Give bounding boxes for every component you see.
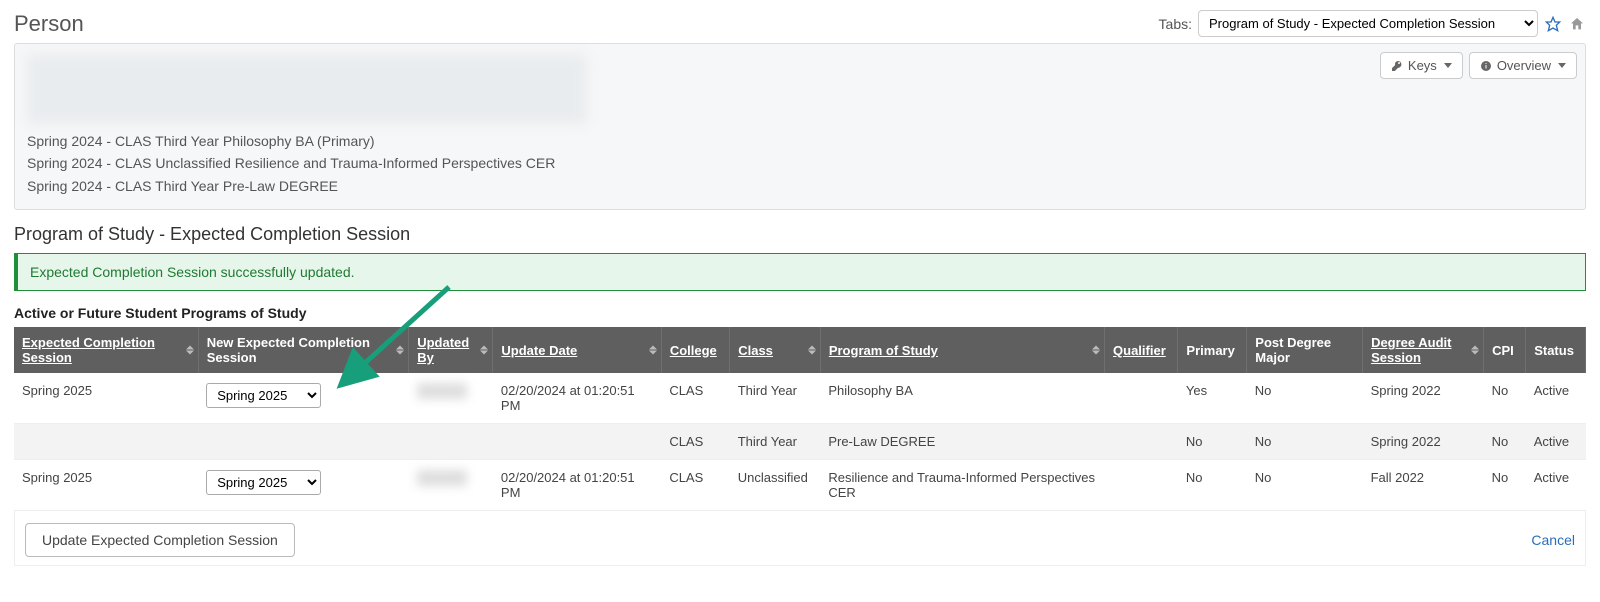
col-updated-by[interactable]: Updated By [417,335,469,365]
programs-table: Expected Completion Session New Expected… [14,327,1586,511]
cell-ecs: Spring 2025 [14,373,198,424]
cell-status: Active [1526,424,1586,460]
tabs-select[interactable]: Program of Study - Expected Completion S… [1198,10,1538,37]
col-post-degree: Post Degree Major [1255,335,1331,365]
person-info-panel: Keys Overview Spring 2024 - CLAS Third Y… [14,43,1586,210]
cell-qualifier [1105,373,1178,424]
cell-class: Unclassified [730,460,821,511]
cell-degree-audit: Spring 2022 [1363,373,1484,424]
redacted-person-header [27,54,587,124]
cell-update-date [493,424,661,460]
sort-icon[interactable] [808,346,816,355]
cell-pos: Resilience and Trauma-Informed Perspecti… [820,460,1104,511]
cell-update-date: 02/20/2024 at 01:20:51 PM [493,460,661,511]
col-college[interactable]: College [670,343,717,358]
cell-qualifier [1105,460,1178,511]
info-icon [1480,60,1492,72]
program-line: Spring 2024 - CLAS Third Year Pre-Law DE… [27,175,1573,197]
page-title: Person [14,11,84,37]
cell-post-degree: No [1247,424,1363,460]
chevron-down-icon [1558,63,1566,68]
cell-status: Active [1526,460,1586,511]
home-icon[interactable] [1568,15,1586,33]
cell-pos: Philosophy BA [820,373,1104,424]
cell-pos: Pre-Law DEGREE [820,424,1104,460]
tabs-label: Tabs: [1159,16,1192,32]
cell-qualifier [1105,424,1178,460]
cell-primary: Yes [1178,373,1247,424]
overview-label: Overview [1497,58,1551,73]
sort-icon[interactable] [1471,346,1479,355]
col-status: Status [1534,343,1574,358]
star-icon[interactable] [1544,15,1562,33]
redacted-updated-by [417,470,467,486]
col-degree-audit[interactable]: Degree Audit Session [1371,335,1451,365]
sort-icon[interactable] [1092,346,1100,355]
col-qualifier[interactable]: Qualifier [1113,343,1166,358]
success-alert: Expected Completion Session successfully… [14,253,1586,291]
cell-class: Third Year [730,424,821,460]
cell-ecs: Spring 2025 [14,460,198,511]
table-subtitle: Active or Future Student Programs of Stu… [14,305,1586,321]
keys-label: Keys [1408,58,1437,73]
cell-cpi: No [1484,460,1526,511]
col-program-of-study[interactable]: Program of Study [829,343,938,358]
table-row: CLAS Third Year Pre-Law DEGREE No No Spr… [14,424,1586,460]
sort-icon[interactable] [480,346,488,355]
cell-degree-audit: Spring 2022 [1363,424,1484,460]
cell-primary: No [1178,424,1247,460]
col-expected-completion[interactable]: Expected Completion Session [22,335,155,365]
chevron-down-icon [1444,63,1452,68]
sort-icon[interactable] [186,346,194,355]
table-row: Spring 2025 Spring 2025 02/20/2024 at 01… [14,373,1586,424]
col-class[interactable]: Class [738,343,773,358]
key-icon [1391,60,1403,72]
redacted-updated-by [417,383,467,399]
cell-cpi: No [1484,424,1526,460]
col-primary: Primary [1186,343,1234,358]
update-ecs-button[interactable]: Update Expected Completion Session [25,523,295,557]
section-title: Program of Study - Expected Completion S… [14,224,1586,245]
cell-ecs [14,424,198,460]
sort-icon[interactable] [396,346,404,355]
cell-college: CLAS [661,424,729,460]
col-new-ecs: New Expected Completion Session [207,335,370,365]
cell-class: Third Year [730,373,821,424]
program-line: Spring 2024 - CLAS Unclassified Resilien… [27,152,1573,174]
new-ecs-select[interactable]: Spring 2025 [206,383,321,408]
program-line: Spring 2024 - CLAS Third Year Philosophy… [27,130,1573,152]
table-row: Spring 2025 Spring 2025 02/20/2024 at 01… [14,460,1586,511]
cell-post-degree: No [1247,373,1363,424]
cell-college: CLAS [661,460,729,511]
overview-button[interactable]: Overview [1469,52,1577,79]
cell-college: CLAS [661,373,729,424]
new-ecs-select[interactable]: Spring 2025 [206,470,321,495]
sort-icon[interactable] [649,346,657,355]
cell-status: Active [1526,373,1586,424]
col-update-date[interactable]: Update Date [501,343,577,358]
col-cpi: CPI [1492,343,1514,358]
cell-post-degree: No [1247,460,1363,511]
cell-cpi: No [1484,373,1526,424]
cell-degree-audit: Fall 2022 [1363,460,1484,511]
cell-primary: No [1178,460,1247,511]
keys-button[interactable]: Keys [1380,52,1463,79]
cell-update-date: 02/20/2024 at 01:20:51 PM [493,373,661,424]
cancel-link[interactable]: Cancel [1531,532,1575,548]
